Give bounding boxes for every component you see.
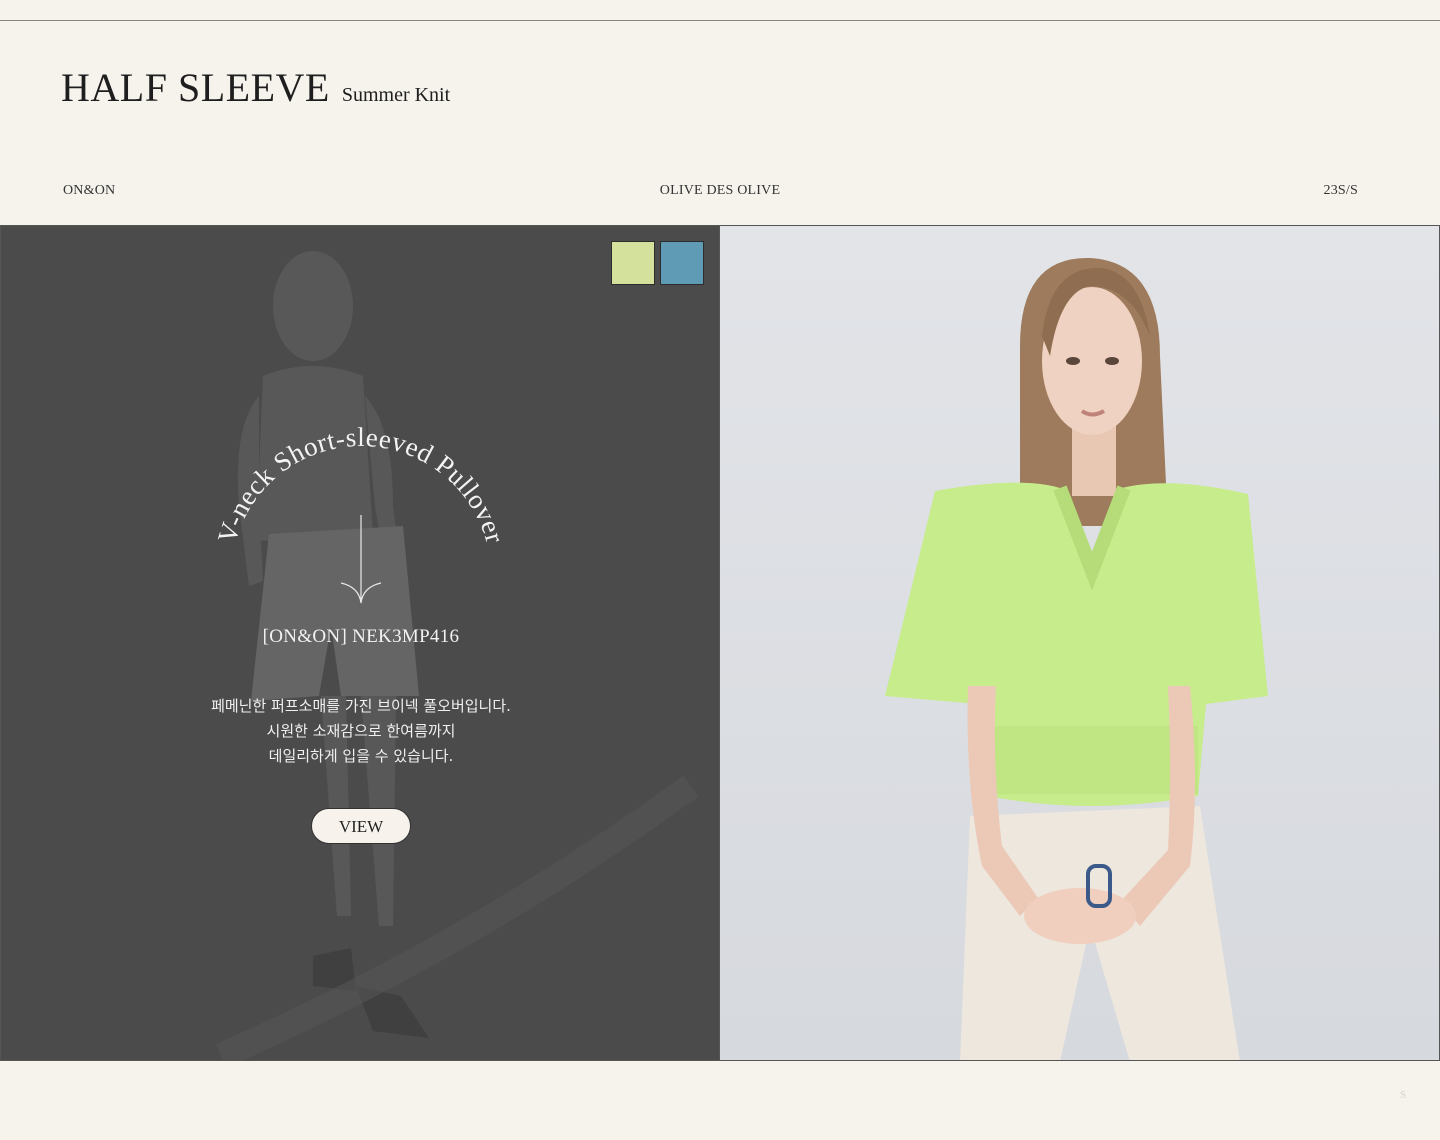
section-title: HALF SLEEVE Summer Knit: [61, 64, 450, 111]
product-photo-panel: [719, 225, 1440, 1061]
description-line: 데일리하게 입을 수 있습니다.: [268, 747, 454, 765]
product-info-panel: V-neck Short-sleeved Pullover [ON&ON] NE…: [0, 225, 720, 1061]
collection-label: OLIVE DES OLIVE: [659, 183, 781, 198]
description-line: 페메닌한 퍼프소매를 가진 브이넥 풀오버입니다.: [211, 697, 511, 715]
top-divider: [0, 20, 1440, 21]
view-button[interactable]: VIEW: [311, 808, 411, 844]
description-line: 시원한 소재감으로 한여름까지: [266, 722, 456, 740]
product-description: 페메닌한 퍼프소매를 가진 브이넥 풀오버입니다. 시원한 소재감으로 한여름까…: [1, 694, 719, 769]
model-photo[interactable]: [720, 226, 1440, 1061]
color-swatches: [611, 241, 704, 285]
page-mark: S: [1399, 1089, 1406, 1101]
down-arrow-icon: [340, 515, 382, 604]
swatch-lime[interactable]: [611, 241, 655, 285]
product-code: [ON&ON] NEK3MP416: [262, 626, 460, 647]
swatch-blue[interactable]: [660, 241, 704, 285]
page-subtitle: Summer Knit: [341, 84, 451, 106]
season-label: 23S/S: [1323, 183, 1358, 198]
page-title: HALF SLEEVE: [61, 65, 330, 110]
